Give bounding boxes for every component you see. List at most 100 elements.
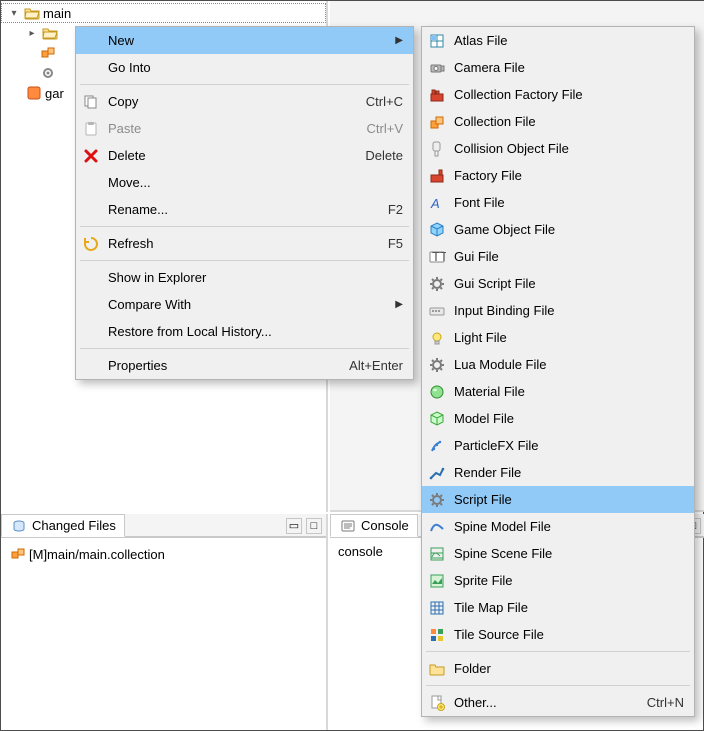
menu-item-input-binding-file[interactable]: Input Binding File [422,297,694,324]
menu-item-rename[interactable]: Rename...F2 [76,196,413,223]
tilemap-icon [426,597,448,619]
collection-icon [39,44,57,62]
menu-item-font-file[interactable]: AFont File [422,189,694,216]
menu-item-go-into[interactable]: Go Into [76,54,413,81]
menu-item-label: Gui File [448,249,684,264]
menu-item-collision-object-file[interactable]: Collision Object File [422,135,694,162]
changed-file-item[interactable]: [M]main/main.collection [9,544,318,564]
menu-item-label: Model File [448,411,684,426]
menu-item-label: Copy [102,94,366,109]
gui-icon: TT [426,246,448,268]
tab-console[interactable]: Console [330,514,418,537]
menu-item-new[interactable]: New▶ [76,27,413,54]
tree-item-label: main [43,6,71,21]
menu-item-shortcut: Ctrl+C [366,94,403,109]
refresh-icon [80,233,102,255]
view-tabbar: Changed Files ▭ □ [1,514,326,538]
menu-item-script-file[interactable]: Script File [422,486,694,513]
menu-item-label: Restore from Local History... [102,324,403,339]
menu-item-label: Sprite File [448,573,684,588]
atlas-icon [426,30,448,52]
blank-icon [80,267,102,289]
menu-item-shortcut: Delete [365,148,403,163]
menu-item-label: Rename... [102,202,388,217]
menu-item-label: Material File [448,384,684,399]
menu-separator [426,651,690,652]
menu-item-gui-script-file[interactable]: Gui Script File [422,270,694,297]
menu-item-shortcut: Ctrl+V [367,121,403,136]
menu-item-camera-file[interactable]: Camera File [422,54,694,81]
factory-icon [426,165,448,187]
menu-item-label: Go Into [102,60,403,75]
tab-changed-files[interactable]: Changed Files [1,514,125,537]
menu-item-shortcut: Ctrl+N [647,695,684,710]
model-icon [426,408,448,430]
menu-item-label: Paste [102,121,367,136]
menu-item-label: Compare With [102,297,391,312]
menu-separator [80,226,409,227]
menu-item-label: Folder [448,661,684,676]
submenu-arrow-icon: ▶ [391,299,403,310]
menu-item-gui-file[interactable]: TTGui File [422,243,694,270]
blank-icon [80,294,102,316]
menu-item-label: Input Binding File [448,303,684,318]
menu-item-shortcut: F2 [388,202,403,217]
menu-item-label: Tile Source File [448,627,684,642]
menu-item-label: Collision Object File [448,141,684,156]
menu-item-game-object-file[interactable]: Game Object File [422,216,694,243]
spine-icon [426,516,448,538]
menu-item-tile-map-file[interactable]: Tile Map File [422,594,694,621]
gear-icon [426,489,448,511]
paste-icon [80,118,102,140]
menu-item-label: ParticleFX File [448,438,684,453]
menu-item-label: Collection File [448,114,684,129]
menu-item-shortcut: Alt+Enter [349,358,403,373]
menu-item-copy[interactable]: CopyCtrl+C [76,88,413,115]
menu-separator [80,348,409,349]
expand-toggle[interactable]: ▸ [25,28,39,39]
menu-item-collection-file[interactable]: Collection File [422,108,694,135]
menu-item-lua-module-file[interactable]: Lua Module File [422,351,694,378]
blank-icon [80,30,102,52]
menu-item-sprite-file[interactable]: Sprite File [422,567,694,594]
menu-item-atlas-file[interactable]: Atlas File [422,27,694,54]
menu-item-compare-with[interactable]: Compare With▶ [76,291,413,318]
menu-separator [80,84,409,85]
folder-open-icon [41,24,59,42]
menu-item-delete[interactable]: DeleteDelete [76,142,413,169]
expand-toggle[interactable]: ▾ [7,8,21,19]
minimize-view-button[interactable]: ▭ [286,518,302,534]
menu-item-spine-model-file[interactable]: Spine Model File [422,513,694,540]
maximize-view-button[interactable]: □ [306,518,322,534]
menu-item-particlefx-file[interactable]: ParticleFX File [422,432,694,459]
menu-item-restore-from-local-history[interactable]: Restore from Local History... [76,318,413,345]
menu-item-model-file[interactable]: Model File [422,405,694,432]
menu-item-label: Spine Model File [448,519,684,534]
menu-item-label: Light File [448,330,684,345]
gear-icon [426,354,448,376]
menu-item-properties[interactable]: PropertiesAlt+Enter [76,352,413,379]
menu-separator [426,685,690,686]
menu-item-folder[interactable]: Folder [422,655,694,682]
menu-item-label: Game Object File [448,222,684,237]
menu-item-move[interactable]: Move... [76,169,413,196]
menu-item-spine-scene-file[interactable]: Spine Scene File [422,540,694,567]
menu-item-other[interactable]: Other...Ctrl+N [422,689,694,716]
tree-item-main[interactable]: ▾ main [1,3,326,23]
svg-text:A: A [430,196,440,211]
menu-item-show-in-explorer[interactable]: Show in Explorer [76,264,413,291]
menu-item-tile-source-file[interactable]: Tile Source File [422,621,694,648]
menu-item-render-file[interactable]: Render File [422,459,694,486]
menu-item-material-file[interactable]: Material File [422,378,694,405]
menu-item-refresh[interactable]: RefreshF5 [76,230,413,257]
menu-item-label: Other... [448,695,647,710]
blank-icon [80,355,102,377]
context-menu: New▶ Go Into CopyCtrl+C PasteCtrl+V DeleteDe… [75,26,414,380]
menu-item-factory-file[interactable]: Factory File [422,162,694,189]
menu-item-collection-factory-file[interactable]: Collection Factory File [422,81,694,108]
tilesource-icon [426,624,448,646]
blank-icon [80,57,102,79]
delete-icon [80,145,102,167]
menu-item-label: Collection Factory File [448,87,684,102]
menu-item-light-file[interactable]: Light File [422,324,694,351]
